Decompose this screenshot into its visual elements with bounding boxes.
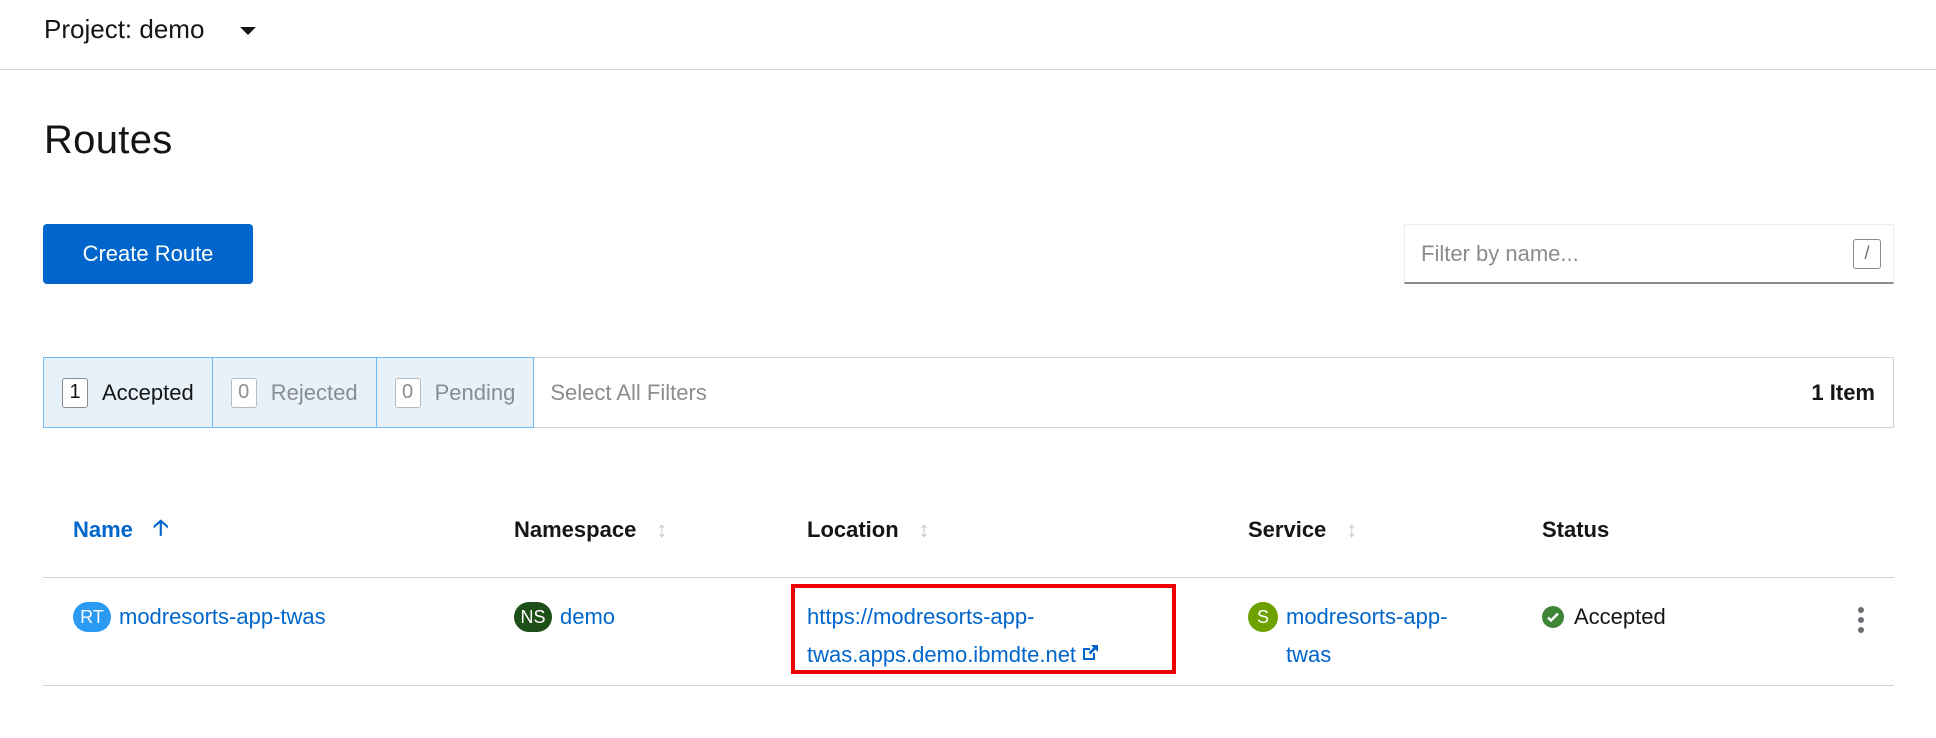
project-selector-label: Project: demo: [44, 13, 205, 44]
cell-location: https://modresorts-app- twas.apps.demo.i…: [807, 598, 1100, 675]
status-label: Accepted: [1574, 604, 1666, 629]
filter-box: /: [1404, 224, 1894, 284]
sort-icon: ↕: [1346, 517, 1358, 542]
create-route-button[interactable]: Create Route: [43, 224, 253, 284]
cell-service: S modresorts-app- twas: [1248, 598, 1447, 674]
namespace-link[interactable]: demo: [560, 598, 615, 636]
cell-status: Accepted: [1542, 598, 1666, 636]
namespace-badge: NS: [514, 602, 552, 632]
external-link-icon: [1080, 637, 1100, 675]
keyboard-shortcut-icon: /: [1853, 238, 1881, 269]
project-selector[interactable]: Project: demo: [44, 12, 257, 46]
service-line: twas: [1286, 642, 1332, 667]
route-badge: RT: [73, 602, 111, 632]
column-header-service[interactable]: Service ↕: [1248, 510, 1357, 550]
location-link[interactable]: https://modresorts-app- twas.apps.demo.i…: [807, 598, 1100, 675]
service-badge: S: [1248, 602, 1278, 632]
location-line: https://modresorts-app-: [807, 604, 1035, 629]
location-line: twas.apps.demo.ibmdte.net: [807, 642, 1077, 667]
column-header-namespace[interactable]: Namespace ↕: [514, 510, 667, 550]
filter-by-name-input[interactable]: [1405, 225, 1853, 282]
select-all-filters-link[interactable]: Select All Filters: [534, 358, 707, 427]
filter-label: Accepted: [102, 379, 194, 405]
service-link[interactable]: modresorts-app- twas: [1286, 598, 1447, 674]
filter-chip-pending[interactable]: 0 Pending: [375, 357, 535, 428]
column-header-location[interactable]: Location ↕: [807, 510, 930, 550]
column-header-label: Service: [1248, 517, 1327, 542]
filter-count: 0: [394, 377, 421, 408]
table-header: Name 🡡 Namespace ↕ Location ↕ Service ↕ …: [43, 490, 1894, 578]
filter-count: 1: [62, 377, 88, 408]
column-header-label: Location: [807, 517, 899, 542]
table-row: RT modresorts-app-twas NS demo https://m…: [43, 578, 1894, 686]
route-name-link[interactable]: modresorts-app-twas: [119, 598, 326, 636]
project-bar: Project: demo: [0, 0, 1936, 70]
column-header-label: Status: [1542, 517, 1610, 542]
filter-count: 0: [230, 377, 257, 408]
status: Accepted: [1542, 598, 1666, 636]
column-header-label: Name: [73, 517, 133, 542]
sort-icon: ↕: [656, 517, 668, 542]
service-line: modresorts-app-: [1286, 604, 1448, 629]
page-title: Routes: [44, 118, 173, 162]
cell-name: RT modresorts-app-twas: [73, 598, 326, 636]
item-count: 1 Item: [1811, 379, 1875, 405]
filter-chip-accepted[interactable]: 1 Accepted: [43, 357, 213, 428]
filter-chip-rejected[interactable]: 0 Rejected: [211, 357, 377, 428]
column-header-status: Status: [1542, 510, 1609, 550]
column-header-name[interactable]: Name 🡡: [73, 510, 169, 550]
sort-icon: ↕: [918, 517, 930, 542]
arrow-up-icon: 🡡: [152, 515, 169, 540]
filter-label: Rejected: [270, 379, 358, 405]
cell-namespace: NS demo: [514, 598, 615, 636]
kebab-menu-icon[interactable]: [1846, 600, 1876, 640]
filter-label: Pending: [434, 379, 516, 405]
column-header-label: Namespace: [514, 517, 637, 542]
check-circle-icon: [1542, 606, 1564, 628]
caret-down-icon: [240, 27, 257, 35]
row-filter-bar: 1 Accepted 0 Rejected 0 Pending Select A…: [43, 357, 1894, 428]
